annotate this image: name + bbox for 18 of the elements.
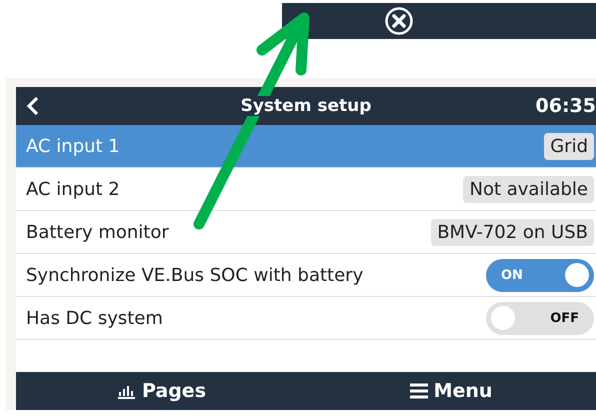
screen-title: System setup [238, 96, 374, 116]
clock-time: 06:35 [536, 95, 596, 117]
back-icon[interactable] [26, 96, 40, 116]
value-label: Not available [463, 176, 594, 202]
menu-button[interactable]: Menu [306, 372, 596, 410]
pages-button[interactable]: Pages [16, 372, 306, 410]
settings-row[interactable]: AC input 1 Grid [16, 125, 596, 168]
row-label: AC input 2 [26, 178, 120, 200]
row-label: Synchronize VE.Bus SOC with battery [26, 264, 364, 286]
value-label: BMV-702 on USB [431, 218, 594, 246]
menu-icon [410, 383, 428, 399]
close-icon[interactable] [384, 6, 414, 36]
toggle-switch[interactable]: OFF [486, 302, 594, 334]
bar-chart-icon [116, 383, 136, 399]
row-label: AC input 1 [26, 136, 120, 156]
row-label: Has DC system [26, 308, 163, 328]
row-label: Battery monitor [26, 222, 169, 242]
value-label: Grid [544, 132, 594, 160]
